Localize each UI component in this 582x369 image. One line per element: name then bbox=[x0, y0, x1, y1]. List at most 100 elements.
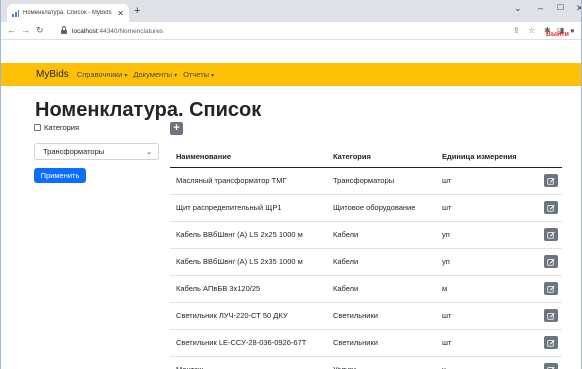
share-icon[interactable]: ⇪ bbox=[513, 26, 520, 35]
column-header-unit: Единица измерения bbox=[436, 147, 538, 168]
profile-icon[interactable]: ● bbox=[570, 26, 575, 35]
cell-name: Щит распределительный ЩР1 bbox=[170, 194, 327, 222]
cell-category: Кабели bbox=[327, 275, 436, 303]
forward-icon[interactable]: → bbox=[21, 25, 30, 35]
add-item-button[interactable]: + bbox=[170, 122, 183, 135]
cell-actions bbox=[538, 275, 562, 303]
cell-name: Кабель ВВбШвнг (А) LS 2x35 1000 м bbox=[170, 248, 327, 276]
cell-actions bbox=[538, 194, 562, 222]
cell-unit: уп bbox=[436, 221, 538, 249]
cell-unit: ч bbox=[436, 356, 538, 369]
cell-name: Масляный трансформатор ТМГ bbox=[170, 167, 327, 195]
cell-name: Светильник ЛУЧ-220-СТ 50 ДКУ bbox=[170, 302, 327, 330]
caret-down-icon: ▾ bbox=[211, 73, 215, 79]
nav-label: Документы bbox=[133, 70, 173, 79]
table-row: Кабель ВВбШвнг (А) LS 2x35 1000 м Кабели у… bbox=[170, 248, 562, 276]
favicon-icon bbox=[12, 9, 19, 17]
checkbox-icon[interactable] bbox=[34, 124, 41, 131]
cell-unit: шт bbox=[436, 302, 538, 330]
nav-label: Справочники bbox=[76, 70, 123, 79]
brand-link[interactable]: MyBids bbox=[36, 69, 69, 80]
edit-icon bbox=[547, 258, 555, 266]
cell-actions bbox=[538, 302, 562, 330]
edit-icon bbox=[547, 231, 555, 239]
cell-actions bbox=[538, 356, 562, 369]
cell-category: Услуги bbox=[327, 356, 436, 369]
app-navbar: MyBids Справочники ▾ Документы ▾ Отчеты … bbox=[1, 63, 581, 86]
edit-icon bbox=[547, 177, 555, 185]
table-row: Масляный трансформатор ТМГ Трансформаторы… bbox=[170, 167, 562, 195]
cell-category: Светильники bbox=[327, 302, 436, 330]
edit-icon bbox=[547, 285, 555, 293]
cell-unit: шт bbox=[436, 329, 538, 357]
category-filter-checkbox[interactable]: Категория bbox=[34, 123, 79, 132]
edit-icon bbox=[547, 366, 555, 369]
cell-category: Светильники bbox=[327, 329, 436, 357]
url-input[interactable]: localhost:44340/Nomenclatures bbox=[61, 24, 506, 38]
category-checkbox-label: Категория bbox=[44, 123, 80, 132]
column-header-name: Наименование bbox=[170, 147, 327, 168]
caret-down-icon: ▾ bbox=[124, 73, 128, 79]
nav-label: Отчеты bbox=[183, 70, 210, 79]
table-row: Кабель АПвБВ 3х120/25 Кабели м bbox=[170, 275, 562, 303]
cell-actions bbox=[538, 329, 562, 357]
table-row: Светильник LE-ССУ-28-036-0926-67Т Светиль… bbox=[170, 329, 562, 357]
chevron-down-icon: ⌄ bbox=[146, 148, 152, 156]
edit-button[interactable] bbox=[544, 201, 558, 214]
table-row: МонтажУслугич bbox=[170, 356, 562, 369]
logout-link[interactable]: Выйти bbox=[546, 31, 569, 38]
category-select[interactable]: Трансформаторы ⌄ bbox=[34, 143, 159, 160]
cell-actions bbox=[538, 167, 562, 195]
tab-title: Номенклатура. Список - MyBids bbox=[23, 10, 112, 16]
cell-name: Кабель ВВбШвнг (А) LS 2x25 1000 м bbox=[170, 221, 327, 249]
nav-dropdown-references[interactable]: Справочники ▾ bbox=[77, 70, 128, 79]
column-header-actions bbox=[538, 147, 562, 168]
page-title: Номенклатура. Список bbox=[35, 99, 262, 121]
bookmark-star-icon[interactable]: ☆ bbox=[528, 26, 535, 35]
cell-actions bbox=[538, 248, 562, 276]
edit-icon bbox=[547, 339, 555, 347]
cell-category: Щитовое оборудование bbox=[327, 194, 436, 222]
nav-dropdown-reports[interactable]: Отчеты ▾ bbox=[183, 70, 214, 79]
new-tab-button[interactable]: + bbox=[134, 4, 140, 18]
close-window-icon[interactable]: ✕ bbox=[576, 3, 581, 14]
cell-unit: м bbox=[436, 275, 538, 303]
browser-titlebar: Номенклатура. Список - MyBids ✕ + ⌄ – ☐ … bbox=[1, 0, 581, 22]
edit-button[interactable] bbox=[544, 255, 558, 268]
apply-button[interactable]: Применить bbox=[34, 168, 86, 183]
edit-icon bbox=[547, 312, 555, 320]
edit-icon bbox=[547, 204, 555, 212]
cell-category: Кабели bbox=[327, 221, 436, 249]
edit-button[interactable] bbox=[544, 336, 558, 349]
browser-tab[interactable]: Номенклатура. Список - MyBids ✕ bbox=[7, 4, 129, 22]
maximize-icon[interactable]: ☐ bbox=[557, 3, 564, 12]
back-icon[interactable]: ← bbox=[7, 25, 16, 35]
nomenclature-table: Наименование Категория Единица измерения… bbox=[170, 147, 562, 369]
nav-dropdown-documents[interactable]: Документы ▾ bbox=[133, 70, 177, 79]
caret-down-icon: ▾ bbox=[174, 73, 178, 79]
cell-name: Светильник LE-ССУ-28-036-0926-67Т bbox=[170, 329, 327, 357]
cell-actions bbox=[538, 221, 562, 249]
cell-category: Трансформаторы bbox=[327, 167, 436, 195]
cell-name: Кабель АПвБВ 3х120/25 bbox=[170, 275, 327, 303]
edit-button[interactable] bbox=[544, 363, 558, 369]
tab-search-chevron-icon[interactable]: ⌄ bbox=[514, 3, 522, 14]
lock-icon bbox=[61, 26, 67, 34]
category-select-value: Трансформаторы bbox=[43, 147, 105, 156]
url-path: :44340/Nomenclatures bbox=[97, 27, 164, 35]
table-header-row: Наименование Категория Единица измерения bbox=[170, 147, 562, 168]
edit-button[interactable] bbox=[544, 282, 558, 295]
cell-category: Кабели bbox=[327, 248, 436, 276]
cell-unit: уп bbox=[436, 248, 538, 276]
edit-button[interactable] bbox=[544, 309, 558, 322]
tab-close-icon[interactable]: ✕ bbox=[117, 9, 124, 18]
column-header-category: Категория bbox=[327, 147, 436, 168]
cell-unit: шт bbox=[436, 194, 538, 222]
url-host: localhost bbox=[72, 27, 98, 35]
minimize-icon[interactable]: – bbox=[538, 3, 543, 13]
reload-icon[interactable]: ↻ bbox=[36, 25, 44, 36]
edit-button[interactable] bbox=[544, 228, 558, 241]
cell-unit: шт bbox=[436, 167, 538, 195]
cell-name: Монтаж bbox=[170, 356, 327, 369]
edit-button[interactable] bbox=[544, 174, 558, 187]
